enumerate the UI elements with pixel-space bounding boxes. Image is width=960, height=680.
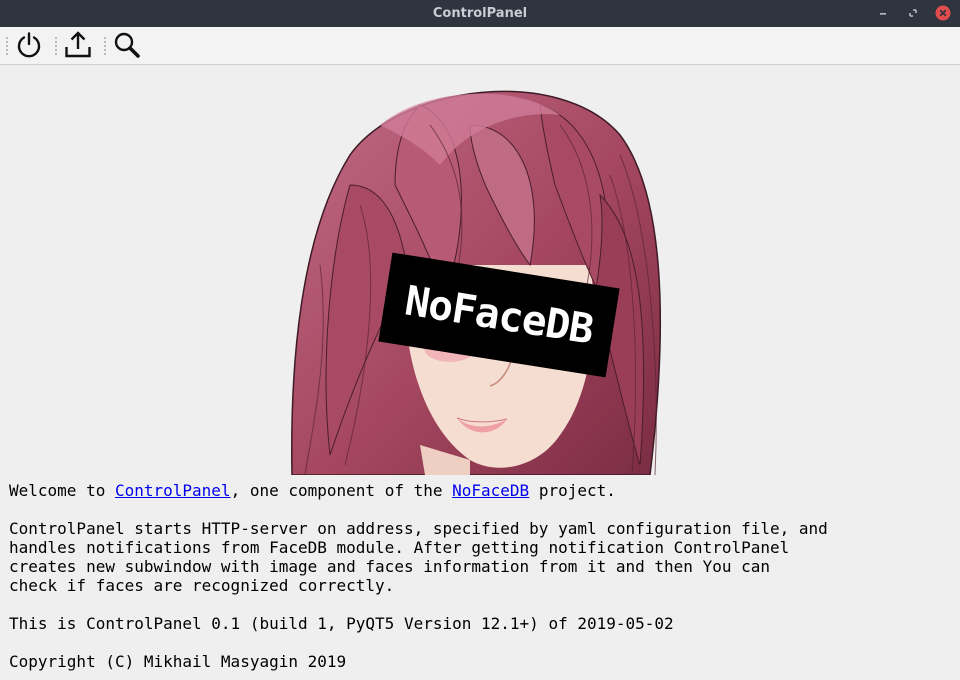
title-bar: ControlPanel bbox=[0, 0, 960, 27]
toolbar bbox=[0, 27, 960, 65]
close-icon bbox=[935, 5, 951, 21]
main-content: NoFaceDB Welcome to ControlPanel, one co… bbox=[0, 65, 960, 680]
toolbar-grip[interactable] bbox=[6, 37, 8, 55]
close-button[interactable] bbox=[935, 5, 951, 21]
window-title: ControlPanel bbox=[432, 6, 528, 21]
description-line: check if faces are recognized correctly. bbox=[9, 576, 395, 595]
version-line: This is ControlPanel 0.1 (build 1, PyQT5… bbox=[9, 614, 674, 633]
power-icon bbox=[17, 32, 41, 58]
restore-icon bbox=[909, 9, 917, 17]
description-line: handles notifications from FaceDB module… bbox=[9, 538, 790, 557]
search-button[interactable] bbox=[112, 30, 142, 60]
minimize-icon bbox=[880, 13, 886, 15]
copyright-line: Copyright (C) Mikhail Masyagin 2019 bbox=[9, 652, 347, 671]
upload-icon bbox=[65, 31, 91, 58]
welcome-suffix: project. bbox=[529, 481, 616, 500]
search-icon bbox=[114, 32, 140, 58]
nofacedb-link[interactable]: NoFaceDB bbox=[452, 481, 529, 500]
welcome-middle: , one component of the bbox=[230, 481, 453, 500]
upload-button[interactable] bbox=[63, 30, 93, 60]
toolbar-grip[interactable] bbox=[55, 37, 57, 55]
description-line: creates new subwindow with image and fac… bbox=[9, 557, 770, 576]
controlpanel-link[interactable]: ControlPanel bbox=[115, 481, 231, 500]
maximize-button[interactable] bbox=[905, 5, 921, 21]
welcome-line: Welcome to ControlPanel, one component o… bbox=[9, 481, 828, 500]
description-line: ControlPanel starts HTTP-server on addre… bbox=[9, 519, 828, 538]
nofacedb-banner-image: NoFaceDB bbox=[291, 90, 662, 475]
toolbar-grip[interactable] bbox=[104, 37, 106, 55]
power-button[interactable] bbox=[14, 30, 44, 60]
about-text: Welcome to ControlPanel, one component o… bbox=[9, 481, 828, 671]
minimize-button[interactable] bbox=[875, 5, 891, 21]
welcome-prefix: Welcome to bbox=[9, 481, 115, 500]
